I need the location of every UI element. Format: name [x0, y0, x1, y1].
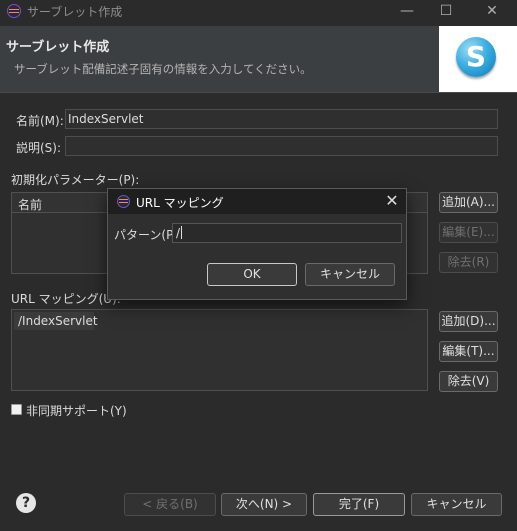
url-remove-button[interactable]: 除去(V): [439, 371, 498, 392]
pattern-input[interactable]: /: [172, 223, 402, 243]
window-title: サーブレット作成: [27, 5, 123, 19]
async-support-label: 非同期サポート(Y): [26, 404, 127, 418]
eclipse-icon: [117, 195, 130, 208]
init-edit-button[interactable]: 編集(E)...: [439, 222, 498, 243]
header-separator: [0, 92, 517, 93]
back-button[interactable]: < 戻る(B): [124, 493, 216, 516]
wizard-title: サーブレット作成: [6, 40, 110, 55]
cancel-button[interactable]: キャンセル: [411, 493, 502, 516]
url-mapping-dialog: URL マッピング ✕ パターン(P): / OK キャンセル: [107, 188, 407, 300]
next-button[interactable]: 次へ(N) >: [221, 493, 307, 516]
column-header-name[interactable]: 名前: [18, 196, 42, 213]
minimize-button[interactable]: —: [385, 0, 429, 22]
dialog-close-button[interactable]: ✕: [382, 191, 402, 211]
async-support-checkbox[interactable]: [11, 404, 22, 415]
pattern-value: /: [176, 226, 181, 240]
name-label: 名前(M):: [16, 114, 64, 128]
text-caret: [181, 226, 183, 239]
description-field[interactable]: [65, 136, 498, 156]
init-params-label: 初期化パラメーター(P):: [11, 173, 140, 187]
close-window-button[interactable]: ✕: [470, 0, 514, 22]
finish-button[interactable]: 完了(F): [313, 493, 405, 516]
dialog-ok-button[interactable]: OK: [207, 263, 297, 286]
name-field[interactable]: IndexServlet: [65, 109, 498, 129]
servlet-logo-icon: S: [456, 37, 496, 77]
maximize-button[interactable]: ☐: [424, 0, 468, 22]
url-mapping-item: /IndexServlet: [18, 314, 98, 328]
url-mapping-list[interactable]: /IndexServlet: [11, 309, 428, 391]
help-icon[interactable]: ?: [16, 493, 36, 513]
init-add-button[interactable]: 追加(A)...: [439, 192, 498, 213]
eclipse-icon: [7, 4, 21, 18]
url-edit-button[interactable]: 編集(T)...: [439, 341, 498, 362]
url-add-button[interactable]: 追加(D)...: [439, 311, 498, 332]
description-label: 説明(S):: [16, 141, 62, 155]
init-remove-button[interactable]: 除去(R): [439, 252, 498, 273]
list-item[interactable]: /IndexServlet: [14, 312, 98, 330]
url-mapping-label: URL マッピング(U):: [11, 292, 121, 306]
dialog-title: URL マッピング: [136, 196, 224, 210]
wizard-description: サーブレット配備記述子固有の情報を入力してください。: [14, 62, 312, 76]
dialog-cancel-button[interactable]: キャンセル: [305, 263, 395, 286]
